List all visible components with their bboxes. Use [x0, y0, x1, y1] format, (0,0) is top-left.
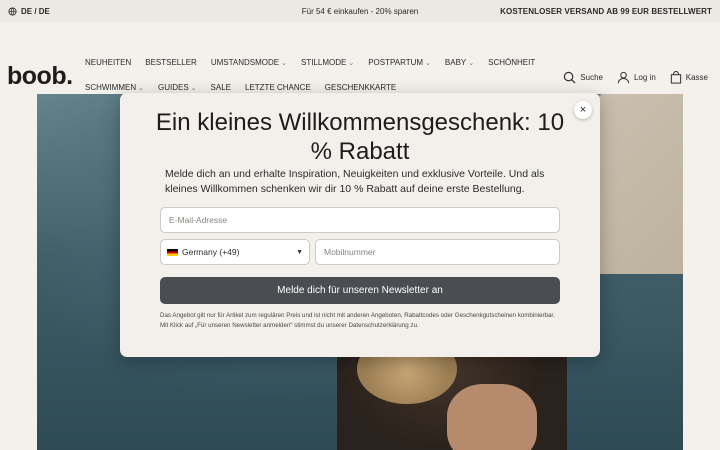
germany-flag-icon — [167, 248, 178, 256]
search-button[interactable]: Suche — [563, 71, 603, 84]
nav-item-stillmode[interactable]: STILLMODE ⌄ — [301, 58, 354, 67]
nav-item-label: UMSTANDSMODE — [210, 58, 280, 67]
legal-disclaimer: Das Angebot gilt nur für Artikel zum reg… — [160, 312, 555, 329]
search-label: Suche — [580, 73, 603, 82]
modal-description: Melde dich an und erhalte Inspiration, N… — [165, 168, 545, 195]
search-icon — [563, 71, 576, 84]
close-button[interactable]: × — [574, 101, 592, 119]
nav-item-label: NEUHEITEN — [85, 58, 132, 67]
user-icon — [617, 71, 630, 84]
close-icon: × — [579, 103, 587, 116]
main-nav: NEUHEITEN BESTSELLER UMSTANDSMODE ⌄ STILLMOD… — [85, 58, 555, 92]
nav-item-label: BESTSELLER — [145, 58, 197, 67]
nav-item-label: SCHÖNHEIT — [488, 58, 536, 67]
language-switcher[interactable]: DE / DE — [8, 7, 50, 16]
nav-item-label: STILLMODE — [300, 58, 347, 67]
nav-item-label: SALE — [210, 83, 231, 92]
nav-item-schwimmen[interactable]: SCHWIMMEN ⌄ — [85, 83, 144, 92]
site-header: boob. NEUHEITEN BESTSELLER UMSTANDSMODE ⌄ ST… — [0, 22, 720, 94]
cart-label: Kasse — [685, 73, 708, 82]
nav-item-label: GUIDES — [157, 83, 189, 92]
nav-item-neuheiten[interactable]: NEUHEITEN — [85, 58, 131, 67]
nav-item-label: SCHWIMMEN — [85, 83, 137, 92]
bag-icon — [670, 71, 682, 84]
nav-item-schönheit[interactable]: SCHÖNHEIT — [488, 58, 535, 67]
nav-item-umstandsmode[interactable]: UMSTANDSMODE ⌄ — [211, 58, 287, 67]
chevron-down-icon: ⌄ — [348, 59, 355, 67]
globe-icon — [8, 6, 17, 16]
chevron-down-icon: ⌄ — [281, 59, 287, 67]
nav-item-geschenkkarte[interactable]: GESCHENKKARTE — [325, 83, 396, 92]
announcement-bar: DE / DE Für 54 € einkaufen - 20% sparen … — [0, 0, 720, 22]
promo-text[interactable]: Für 54 € einkaufen - 20% sparen — [302, 7, 419, 16]
arm-shape — [447, 384, 537, 450]
login-button[interactable]: Log in — [617, 71, 656, 84]
nav-item-label: BABY — [444, 58, 467, 67]
dropdown-arrow-icon: ▼ — [296, 248, 303, 256]
newsletter-modal: × Ein kleines Willkommensgeschenk: 10 % … — [120, 93, 600, 357]
nav-item-sale[interactable]: SALE — [211, 83, 231, 92]
chevron-down-icon: ⌄ — [425, 59, 431, 67]
shipping-text: KOSTENLOSER VERSAND AB 99 EUR BESTELLWER… — [500, 6, 712, 16]
nav-item-guides[interactable]: GUIDES ⌄ — [158, 83, 197, 92]
nav-item-label: GESCHENKKARTE — [324, 83, 397, 92]
chevron-down-icon: ⌄ — [190, 84, 197, 92]
cart-button[interactable]: Kasse — [670, 71, 708, 84]
country-value: Germany (+49) — [182, 247, 240, 257]
modal-title: Ein kleines Willkommensgeschenk: 10 % Ra… — [155, 109, 565, 165]
login-label: Log in — [633, 73, 656, 82]
email-field[interactable]: E-Mail-Adresse — [160, 207, 560, 233]
nav-item-bestseller[interactable]: BESTSELLER — [145, 58, 197, 67]
country-select[interactable]: Germany (+49) ▼ — [160, 239, 310, 265]
nav-item-label: LETZTE CHANCE — [245, 83, 311, 92]
phone-field[interactable]: Mobilnummer — [315, 239, 560, 265]
chevron-down-icon: ⌄ — [138, 84, 144, 92]
email-placeholder: E-Mail-Adresse — [169, 215, 228, 225]
language-label: DE / DE — [21, 6, 50, 16]
phone-placeholder: Mobilnummer — [324, 247, 376, 257]
nav-item-label: POSTPARTUM — [368, 58, 424, 67]
header-actions: Suche Log in Kasse — [563, 71, 708, 84]
nav-item-letzte-chance[interactable]: LETZTE CHANCE — [245, 83, 311, 92]
nav-item-postpartum[interactable]: POSTPARTUM ⌄ — [368, 58, 431, 67]
nav-item-baby[interactable]: BABY ⌄ — [445, 58, 474, 67]
newsletter-submit-button[interactable]: Melde dich für unseren Newsletter an — [160, 277, 560, 304]
brand-logo[interactable]: boob. — [7, 62, 73, 91]
chevron-down-icon: ⌄ — [468, 59, 475, 67]
